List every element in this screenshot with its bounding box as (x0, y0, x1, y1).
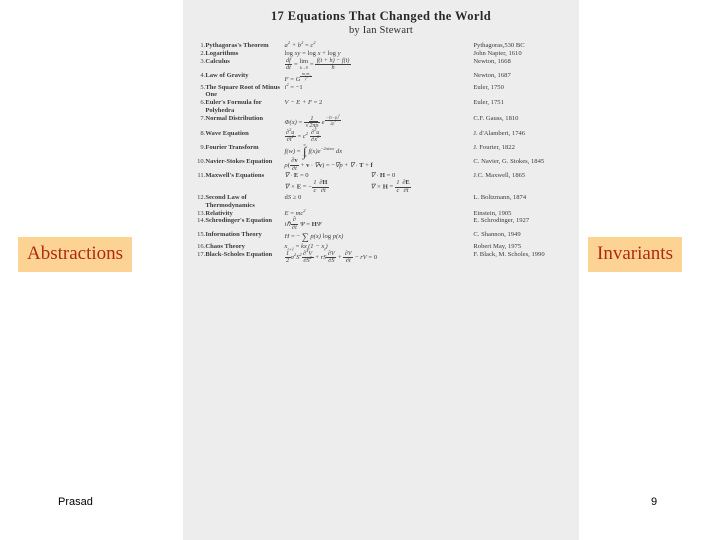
row-attribution: C. Shannon, 1949 (473, 231, 521, 239)
row-equation: H = − ∑ p(x) log p(x) (284, 231, 344, 243)
table-row: 7. Normal Distribution Φ(x) = 1 √2πρ e −(x… (183, 112, 579, 130)
table-row: 13. Relativity E = mc2 Einstein, 1905 (183, 207, 579, 218)
row-equation: ρ(∂v ∂t + v · ∇v) = −∇p + ∇ · T + f (284, 157, 373, 172)
table-row: 2. Logarithms log xy = log x + log y Joh… (183, 50, 579, 58)
row-equation: E = mc2 (284, 207, 306, 217)
row-number: 3. (200, 57, 206, 65)
scanned-page-image: 17 Equations That Changed the World by I… (183, 0, 579, 540)
row-equation: iℏ ∂ ∂t Ψ = HΨ (284, 216, 322, 231)
row-attribution: Newton, 1687 (473, 71, 511, 79)
row-equation: 1 2 σ2S2 ∂2V ∂S2 + rS ∂V ∂S + ∂V ∂t − rV = 0 (284, 247, 378, 265)
row-name: Schrodinger's Equation (205, 217, 273, 225)
callout-abstractions: Abstractions (18, 237, 133, 272)
row-name: Calculus (205, 57, 230, 65)
footer-author: Prasad (58, 496, 93, 508)
row-equation: V − E + F = 2 (284, 99, 323, 107)
table-row: 16. Chaos Theory xt+1 = kxt(1 − xt) Robe… (183, 243, 579, 251)
row-attribution: L. Boltzmann, 1874 (473, 194, 527, 202)
row-attribution: J. Fourier, 1822 (473, 143, 515, 151)
row-name: Black-Scholes Equation (205, 250, 273, 258)
row-attribution: John Napier, 1610 (473, 49, 522, 57)
row-name: Navier-Stokes Equation (205, 158, 273, 166)
row-name: Relativity (205, 209, 233, 217)
row-equation: xt+1 = kxt(1 − xt) (284, 243, 328, 252)
row-name: Fourier Transform (205, 143, 259, 151)
row-equation: F = Gm1m2 r2 (284, 70, 313, 83)
row-number: 2. (200, 49, 206, 57)
row-number: 4. (200, 71, 206, 79)
row-attribution: Euler, 1751 (473, 99, 504, 107)
row-name: Pythagoras's Theorem (205, 42, 269, 49)
row-attribution: Robert May, 1975 (473, 243, 522, 251)
row-number: 10. (197, 158, 206, 166)
table-row: 1. Pythagoras's Theorem a2 + b2 = c2 Pyt… (183, 39, 579, 50)
table-row: 17. Black-Scholes Equation 1 2 σ2S2 ∂2V ∂S2 … (183, 247, 579, 265)
row-name: The Square Root of Minus One (205, 83, 280, 99)
row-name: Second Law of Thermodynamics (205, 194, 255, 209)
table-row: 12. Second Law of Thermodynamics dS ≥ 0 … (183, 194, 579, 210)
row-number: 9. (200, 143, 206, 151)
footer-page-number: 9 (651, 496, 658, 508)
row-number: 16. (197, 243, 206, 251)
table-row: 15. Information Theory H = − ∑ p(x) log … (183, 231, 579, 243)
table-row: 5. The Square Root of Minus One i2 = −1 … (183, 81, 579, 100)
row-name: Normal Distribution (205, 114, 264, 122)
row-attribution: Euler, 1750 (473, 83, 504, 91)
table-row: 4. Law of Gravity F = Gm1m2 r2 Newton, 16… (183, 70, 579, 84)
table-row: 6. Euler's Formula for Polyhedra V − E +… (183, 99, 579, 115)
row-equation: ∂2u ∂t2 = c2 ∂2u ∂x2 (284, 126, 321, 144)
row-name: Chaos Theory (205, 243, 245, 251)
table-row: 14. Schrodinger's Equation iℏ ∂ ∂t Ψ = HΨ … (183, 217, 579, 231)
row-number: 1. (200, 42, 206, 49)
document-subtitle: by Ian Stewart (348, 25, 414, 36)
slide-canvas: 17 Equations That Changed the World by I… (0, 0, 720, 540)
row-equation: log xy = log x + log y (284, 49, 341, 57)
equations-table: 1. Pythagoras's Theorem a2 + b2 = c2 Pyt… (183, 39, 579, 265)
row-attribution: C. Navier, G. Stokes, 1845 (473, 158, 545, 166)
row-number: 6. (200, 99, 206, 107)
row-attribution: Einstein, 1905 (473, 209, 512, 217)
scanned-page-content: 17 Equations That Changed the World by I… (183, 0, 579, 540)
row-name: Information Theory (205, 231, 262, 239)
row-equation: Φ(x) = 1 √2πρ e −(x−μ)2 2ρ2 (284, 112, 342, 130)
row-number: 13. (197, 209, 206, 217)
row-name: Law of Gravity (205, 71, 249, 79)
row-name: Wave Equation (205, 129, 249, 137)
row-number: 17. (197, 250, 206, 258)
row-number: 12. (197, 194, 206, 202)
row-equation: a2 + b2 = c2 (284, 39, 316, 49)
row-attribution: J.C. Maxwell, 1865 (473, 172, 526, 180)
row-attribution: F. Black, M. Scholes, 1990 (473, 250, 545, 258)
row-equation: f(w) = ∞ ∫ −∞ f(x)e−2πixw dx (284, 142, 343, 159)
row-equation: df dt = lim h→0 = f(t + h) − f(t) h (284, 56, 351, 72)
row-number: 14. (197, 217, 206, 225)
table-row: 11. Maxwell's Equations ∇ · E = 0 ∇ · H =… (183, 172, 579, 194)
row-equation: dS ≥ 0 (284, 194, 302, 202)
row-number: 8. (200, 129, 206, 137)
row-attribution: Pythagoras,530 BC (473, 42, 525, 49)
row-attribution: Newton, 1668 (473, 57, 511, 65)
row-attribution: C.F. Gauss, 1810 (473, 114, 519, 122)
table-row: 3. Calculus df dt = lim h→0 = f(t + h) − f… (183, 56, 579, 72)
row-name: Maxwell's Equations (205, 172, 265, 180)
row-number: 11. (197, 172, 206, 180)
row-name: Logarithms (205, 49, 239, 57)
table-row: 10. Navier-Stokes Equation ρ(∂v ∂t + v · … (183, 158, 579, 172)
table-row: 8. Wave Equation ∂2u ∂t2 = c2 ∂2u ∂x2 J. d… (183, 126, 579, 144)
row-attribution: E. Schrodinger, 1927 (473, 217, 530, 225)
row-number: 7. (200, 114, 206, 122)
row-equation: ∇ · E = 0 ∇ · H = 0 ∇ × E = −1 c ∂H ∂t ∇ × H … (284, 172, 412, 194)
row-number: 5. (200, 83, 206, 91)
table-row: 9. Fourier Transform f(w) = ∞ ∫ −∞ f(x)e−2… (183, 142, 579, 159)
row-equation: i2 = −1 (284, 81, 303, 91)
row-name: Euler's Formula for Polyhedra (205, 99, 262, 114)
document-title: 17 Equations That Changed the World (270, 9, 492, 23)
row-number: 15. (197, 231, 206, 239)
callout-invariants: Invariants (588, 237, 682, 272)
row-attribution: J. d'Alambert, 1746 (473, 129, 526, 137)
